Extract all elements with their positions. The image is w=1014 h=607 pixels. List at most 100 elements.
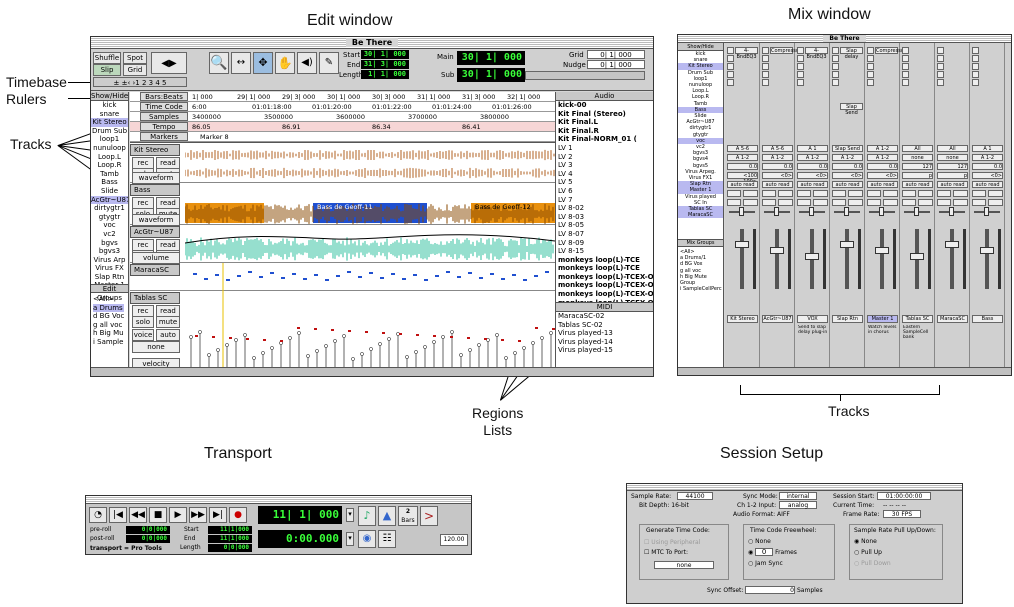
edit-track-name[interactable]: AcGtr~U87 — [130, 226, 180, 238]
transport-sub-counter[interactable]: 0:00.000 — [258, 530, 342, 548]
pan-knob[interactable] — [914, 207, 919, 216]
ruler-name-2[interactable]: Samples — [140, 112, 188, 121]
strip-rec-button[interactable] — [972, 190, 986, 197]
mix-group-item[interactable]: h Big Mute Group — [680, 274, 723, 286]
midi-region-item[interactable]: Virus played-15 — [558, 346, 653, 355]
pullup-none-radio[interactable]: ◉ None — [854, 538, 877, 545]
strip-mute-button[interactable] — [743, 199, 758, 206]
audio-region-item[interactable]: monkeys loop(L)-TCEX-O — [558, 281, 653, 290]
strip-solo-button[interactable] — [972, 199, 986, 206]
strip-input-select[interactable]: Slap Send — [832, 145, 863, 152]
sync-offset-field[interactable]: 0 — [745, 586, 795, 594]
audio-region-item[interactable]: monkeys loop(L)-TCE — [558, 256, 653, 265]
spot-mode-button[interactable]: Spot — [123, 52, 147, 64]
pan-knob[interactable] — [739, 207, 744, 216]
insert-slot-button[interactable] — [832, 71, 839, 78]
strip-output-select[interactable]: A 1-2 — [972, 154, 1003, 161]
audio-region-item[interactable]: Kit Final.L — [558, 118, 653, 127]
strip-output-select[interactable]: none — [937, 154, 968, 161]
strip-name[interactable]: Slap Rtn — [832, 315, 863, 323]
mtc-to-port-checkbox[interactable]: ☐ MTC To Port: — [644, 549, 688, 556]
insert-slot-button[interactable] — [727, 71, 734, 78]
insert-plugin-button[interactable]: Slap delay — [840, 47, 863, 60]
strip-input-select[interactable]: All — [937, 145, 968, 152]
midi-region-item[interactable]: Virus played-13 — [558, 329, 653, 338]
midi-list-header[interactable]: MIDI — [556, 303, 653, 312]
insert-slot-button[interactable] — [832, 63, 839, 70]
using-peripheral-checkbox[interactable]: ☐ Using Peripheral — [644, 539, 700, 546]
insert-slot-button[interactable] — [902, 63, 909, 70]
bass-region-label-1[interactable]: Bass de Geoff-11 — [317, 203, 373, 211]
insert-slot-button[interactable] — [727, 47, 734, 54]
postroll-display[interactable]: 0|0|000 — [126, 535, 170, 543]
meter-display[interactable]: 2 Bars — [398, 506, 418, 526]
insert-slot-button[interactable] — [832, 79, 839, 86]
edit-track-list-item[interactable]: Loop.R — [91, 161, 128, 170]
insert-plugin-button[interactable]: 4-BndEQ3 — [735, 47, 758, 60]
insert-slot-button[interactable] — [762, 47, 769, 54]
tempo-ruler-icon[interactable]: > — [420, 506, 438, 526]
strip-voice-button[interactable] — [778, 190, 793, 197]
strip-mute-button[interactable] — [883, 199, 898, 206]
edit-group-item[interactable]: <All> — [93, 295, 124, 304]
insert-slot-button[interactable] — [902, 79, 909, 86]
sync-mode-select[interactable]: internal — [779, 492, 817, 500]
play-icon[interactable]: ▶ — [169, 507, 187, 523]
insert-slot-button[interactable] — [972, 47, 979, 54]
sub-counter-menu[interactable]: ▾ — [346, 532, 354, 546]
shuffle-mode-button[interactable]: Shuffle — [93, 52, 121, 64]
strip-name[interactable]: MaracaSC — [937, 315, 968, 323]
strip-output-select[interactable]: A 1-2 — [797, 154, 828, 161]
edit-track-list-item[interactable]: voc — [91, 221, 128, 230]
edit-track-name[interactable]: MaracaSC — [130, 264, 180, 276]
audio-region-item[interactable]: LV 4 — [558, 170, 653, 179]
audio-region-item[interactable]: LV 8-02 — [558, 204, 653, 213]
track-none-select[interactable]: none — [132, 341, 180, 353]
edit-track-list-item[interactable]: Slide — [91, 187, 128, 196]
sub-counter[interactable]: 30| 1| 000 — [457, 68, 525, 82]
edit-track-list-item[interactable]: nunuloop — [91, 144, 128, 153]
insert-slot-button[interactable] — [867, 47, 874, 54]
edit-track-list-item[interactable]: bgvs3 — [91, 247, 128, 256]
grid-mode-button[interactable]: Grid — [123, 64, 147, 76]
freewheel-none-radio[interactable]: ○ None — [748, 538, 771, 545]
strip-name[interactable]: Bass — [972, 315, 1003, 323]
insert-slot-button[interactable] — [937, 63, 944, 70]
edit-track-list-item[interactable]: Virus FX — [91, 264, 128, 273]
edit-track-list-item[interactable]: bgvs — [91, 239, 128, 248]
zoom-presets[interactable]: ± ±‹ ›1 2 3 4 5 — [93, 77, 187, 87]
strip-name[interactable]: Tablas SC — [902, 315, 933, 323]
fast-forward-icon[interactable]: ▶▶ — [189, 507, 207, 523]
insert-slot-button[interactable] — [727, 55, 734, 62]
audio-regions-list[interactable]: Audio kick-00 Kit Final (Stereo) Kit Final… — [555, 92, 653, 315]
audio-region-item[interactable]: Kit Final (Stereo) — [558, 110, 653, 119]
insert-slot-button[interactable] — [797, 47, 804, 54]
strip-voice-button[interactable] — [988, 190, 1003, 197]
midi-region-item[interactable]: Tablas SC-02 — [558, 321, 653, 330]
insert-slot-button[interactable] — [762, 79, 769, 86]
audio-region-item[interactable]: Kit Final.R — [558, 127, 653, 136]
edit-track-list-item[interactable]: Drum Sub — [91, 127, 128, 136]
volume-fader-cap[interactable] — [980, 247, 994, 254]
go-to-end-icon[interactable]: ▶| — [209, 507, 227, 523]
insert-slot-button[interactable] — [972, 55, 979, 62]
insert-slot-button[interactable] — [972, 63, 979, 70]
length-display[interactable]: 1| 1| 000 — [361, 70, 409, 79]
strip-rec-button[interactable] — [832, 190, 846, 197]
strip-output-select[interactable]: none — [902, 154, 933, 161]
insert-slot-button[interactable] — [797, 71, 804, 78]
edit-groups-header[interactable]: Edit Groups — [91, 284, 128, 302]
nudge-value-select[interactable]: 0| 1| 000 — [587, 60, 645, 69]
transport-start-display[interactable]: 11|1|000 — [208, 526, 252, 534]
strip-output-select[interactable]: A 1-2 — [762, 154, 793, 161]
insert-plugin-button[interactable]: Compressor — [770, 47, 801, 54]
strip-solo-button[interactable] — [762, 199, 776, 206]
volume-fader-cap[interactable] — [735, 241, 749, 248]
strip-automation-select[interactable]: auto read — [867, 181, 898, 188]
edit-track-name[interactable]: Kit Stereo — [130, 144, 180, 156]
strip-solo-button[interactable] — [902, 199, 916, 206]
audio-region-item[interactable]: LV 5 — [558, 178, 653, 187]
show-hide-header[interactable]: Show/Hide — [91, 92, 128, 101]
edit-track-name[interactable]: Bass — [130, 184, 180, 196]
ruler-name-1[interactable]: Time Code — [140, 102, 188, 111]
